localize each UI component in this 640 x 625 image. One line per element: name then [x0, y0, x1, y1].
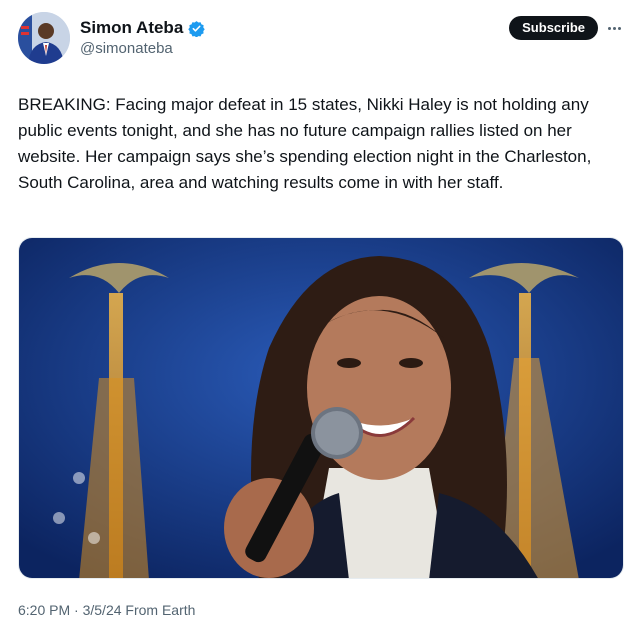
name-row: Simon Ateba [80, 18, 205, 38]
tweet-source: From Earth [125, 602, 196, 618]
tweet-time[interactable]: 6:20 PM [18, 602, 70, 618]
meta-separator: · [74, 602, 79, 618]
tweet-header: Simon Ateba @simonateba Subscribe [18, 12, 624, 64]
avatar[interactable] [18, 12, 70, 64]
more-horizontal-icon[interactable] [604, 16, 624, 40]
tweet-date[interactable]: 3/5/24 [83, 602, 122, 618]
display-name[interactable]: Simon Ateba [80, 18, 183, 38]
tweet-text: BREAKING: Facing major defeat in 15 stat… [18, 95, 592, 192]
tweet-photo[interactable] [18, 237, 624, 579]
user-handle[interactable]: @simonateba [80, 40, 173, 57]
verified-badge-icon [188, 20, 205, 37]
subscribe-button[interactable]: Subscribe [509, 16, 598, 40]
tweet-meta: 6:20 PM · 3/5/24 From Earth [18, 602, 195, 618]
